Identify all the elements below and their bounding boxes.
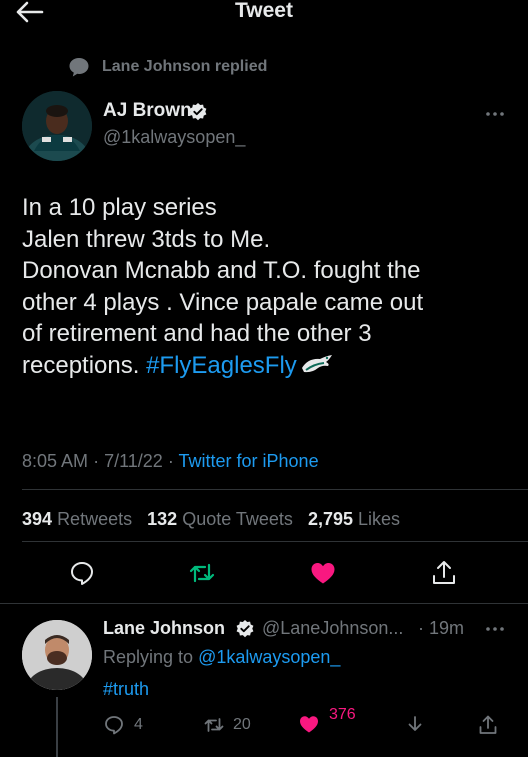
engagement-stats: 394 Retweets 132 Quote Tweets 2,795 Like…	[22, 509, 400, 530]
replying-to: Replying to @1kalwaysopen_	[103, 647, 340, 668]
more-options-icon[interactable]	[484, 625, 506, 633]
tweet-source-link[interactable]: Twitter for iPhone	[179, 451, 319, 471]
eagle-emoji-icon	[301, 354, 332, 372]
tweet-text-line: Jalen threw 3tds to Me.	[22, 225, 271, 253]
page-title: Tweet	[235, 0, 293, 22]
divider	[0, 603, 528, 604]
divider	[22, 489, 528, 490]
retweet-count: 20	[233, 716, 251, 733]
like-heart-icon[interactable]	[309, 559, 337, 587]
meta-separator: ·	[167, 451, 174, 471]
reply-author-handle[interactable]: @LaneJohnson...	[262, 618, 403, 639]
author-avatar[interactable]	[22, 91, 92, 161]
retweet-icon[interactable]	[203, 714, 225, 736]
retweets-count: 394	[22, 509, 53, 529]
quote-tweets-stat[interactable]: 132 Quote Tweets	[147, 509, 293, 529]
retweet-icon[interactable]	[188, 559, 216, 587]
reply-author-avatar[interactable]	[22, 620, 92, 690]
reply-author-name[interactable]: Lane Johnson	[103, 618, 225, 639]
author-handle[interactable]: @1kalwaysopen_	[103, 127, 245, 148]
tweet-date: 7/11/22	[104, 451, 163, 471]
tweet-text-line: Donovan Mcnabb and T.O. fought the	[22, 257, 421, 284]
like-count: 376	[329, 706, 356, 723]
more-options-icon[interactable]	[484, 110, 506, 118]
reply-icon[interactable]	[103, 714, 125, 736]
replying-to-handle-link[interactable]: @1kalwaysopen_	[198, 647, 340, 667]
reply-count: 4	[134, 716, 143, 733]
likes-count: 2,795	[307, 509, 353, 529]
likes-label: Likes	[358, 509, 401, 529]
share-icon[interactable]	[477, 714, 499, 736]
tweet-text-line: other 4 plays . Vince papale came out	[22, 288, 424, 316]
retweets-stat[interactable]: 394 Retweets	[22, 509, 132, 529]
tweet-text-line: receptions. #FlyEaglesFly	[22, 350, 517, 382]
avatar-image	[22, 620, 92, 690]
retweets-label: Retweets	[57, 509, 133, 529]
quote-tweets-label: Quote Tweets	[182, 509, 293, 529]
hashtag-link[interactable]: #FlyEaglesFly	[146, 352, 297, 379]
divider	[22, 541, 528, 542]
tweet-time: 8:05 AM	[22, 451, 89, 471]
reply-hashtag-link[interactable]: #truth	[103, 679, 149, 700]
top-bar: Tweet	[0, 0, 528, 30]
tweet-text: In a 10 play series Jalen threw 3tds to …	[22, 192, 517, 381]
thread-connector-line	[56, 697, 58, 757]
like-heart-icon[interactable]	[298, 713, 320, 735]
tweet-text-line: of retirement and had the other 3	[22, 320, 372, 347]
verified-badge-icon	[236, 620, 254, 638]
tweet-meta: 8:05 AM · 7/11/22 · Twitter for iPhone	[22, 451, 319, 472]
avatar-image	[22, 91, 92, 161]
author-name[interactable]: AJ Brown	[103, 100, 192, 122]
meta-separator: ·	[93, 451, 100, 471]
replying-to-label: Replying to	[103, 647, 194, 667]
tweet-text-segment: receptions.	[22, 351, 147, 379]
download-icon[interactable]	[404, 714, 426, 736]
speech-bubble-icon	[69, 58, 89, 77]
tweet-text-line: In a 10 play series	[22, 194, 217, 221]
likes-stat[interactable]: 2,795 Likes	[308, 509, 400, 529]
share-icon[interactable]	[430, 559, 458, 587]
quote-tweets-count: 132	[147, 509, 178, 529]
verified-badge-icon	[189, 103, 207, 121]
reply-icon[interactable]	[68, 559, 96, 587]
reply-context-label: Lane Johnson replied	[102, 58, 268, 75]
reply-time: · 19m	[418, 618, 465, 638]
